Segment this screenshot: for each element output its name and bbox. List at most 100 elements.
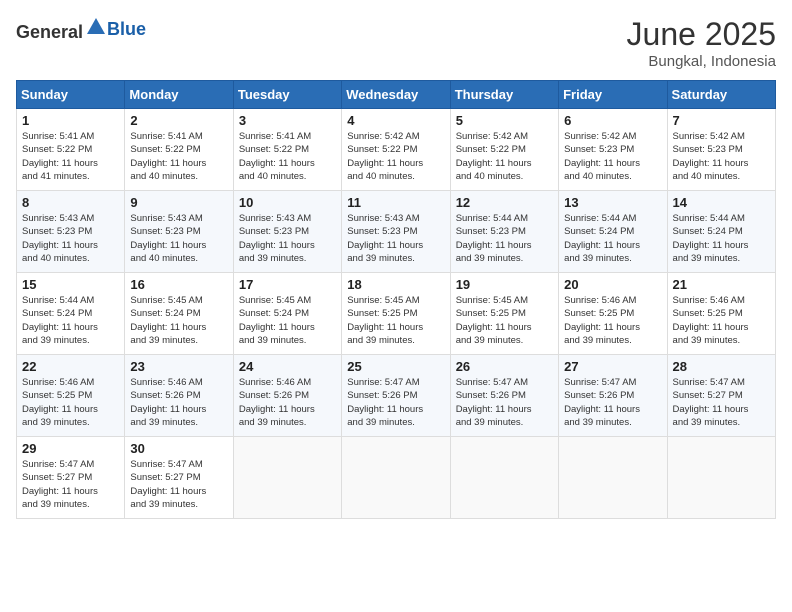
calendar-cell: 10Sunrise: 5:43 AM Sunset: 5:23 PM Dayli… <box>233 191 341 273</box>
header-thursday: Thursday <box>450 81 558 109</box>
day-number: 26 <box>456 359 553 374</box>
day-info: Sunrise: 5:45 AM Sunset: 5:24 PM Dayligh… <box>130 294 227 347</box>
day-info: Sunrise: 5:47 AM Sunset: 5:26 PM Dayligh… <box>347 376 444 429</box>
calendar-subtitle: Bungkal, Indonesia <box>627 53 776 70</box>
day-info: Sunrise: 5:47 AM Sunset: 5:27 PM Dayligh… <box>673 376 770 429</box>
calendar-cell: 4 Sunrise: 5:42 AM Sunset: 5:22 PM Daylig… <box>342 109 450 191</box>
day-info: Sunrise: 5:42 AM Sunset: 5:22 PM Dayligh… <box>347 130 444 183</box>
header-friday: Friday <box>559 81 667 109</box>
logo: General Blue <box>16 16 146 43</box>
day-info: Sunrise: 5:47 AM Sunset: 5:26 PM Dayligh… <box>456 376 553 429</box>
calendar-cell: 29 Sunrise: 5:47 AM Sunset: 5:27 PM Dayli… <box>17 437 125 519</box>
day-number: 2 <box>130 113 227 128</box>
day-number: 12 <box>456 195 553 210</box>
calendar-cell: 26 Sunrise: 5:47 AM Sunset: 5:26 PM Dayli… <box>450 355 558 437</box>
day-info: Sunrise: 5:45 AM Sunset: 5:25 PM Dayligh… <box>456 294 553 347</box>
calendar-cell: 20 Sunrise: 5:46 AM Sunset: 5:25 PM Dayli… <box>559 273 667 355</box>
day-info: Sunrise: 5:43 AM Sunset: 5:23 PM Dayligh… <box>347 212 444 265</box>
calendar-cell <box>342 437 450 519</box>
day-number: 23 <box>130 359 227 374</box>
day-info: Sunrise: 5:47 AM Sunset: 5:27 PM Dayligh… <box>22 458 119 511</box>
calendar-cell: 30 Sunrise: 5:47 AM Sunset: 5:27 PM Dayli… <box>125 437 233 519</box>
logo-icon <box>85 16 107 38</box>
day-number: 19 <box>456 277 553 292</box>
calendar-week-0: 1Sunrise: 5:41 AM Sunset: 5:22 PM Daylig… <box>17 109 776 191</box>
day-number: 29 <box>22 441 119 456</box>
calendar-cell <box>559 437 667 519</box>
calendar-cell: 5 Sunrise: 5:42 AM Sunset: 5:22 PM Daylig… <box>450 109 558 191</box>
calendar-week-1: 8Sunrise: 5:43 AM Sunset: 5:23 PM Daylig… <box>17 191 776 273</box>
day-number: 5 <box>456 113 553 128</box>
calendar-cell: 12Sunrise: 5:44 AM Sunset: 5:23 PM Dayli… <box>450 191 558 273</box>
day-number: 30 <box>130 441 227 456</box>
calendar-cell: 8Sunrise: 5:43 AM Sunset: 5:23 PM Daylig… <box>17 191 125 273</box>
day-info: Sunrise: 5:42 AM Sunset: 5:22 PM Dayligh… <box>456 130 553 183</box>
day-number: 11 <box>347 195 444 210</box>
day-number: 7 <box>673 113 770 128</box>
calendar-cell: 17 Sunrise: 5:45 AM Sunset: 5:24 PM Dayli… <box>233 273 341 355</box>
day-info: Sunrise: 5:42 AM Sunset: 5:23 PM Dayligh… <box>564 130 661 183</box>
day-number: 27 <box>564 359 661 374</box>
calendar-week-3: 22 Sunrise: 5:46 AM Sunset: 5:25 PM Dayli… <box>17 355 776 437</box>
calendar-cell: 23 Sunrise: 5:46 AM Sunset: 5:26 PM Dayli… <box>125 355 233 437</box>
day-number: 15 <box>22 277 119 292</box>
day-info: Sunrise: 5:44 AM Sunset: 5:24 PM Dayligh… <box>564 212 661 265</box>
day-number: 4 <box>347 113 444 128</box>
calendar-cell: 27 Sunrise: 5:47 AM Sunset: 5:26 PM Dayli… <box>559 355 667 437</box>
day-info: Sunrise: 5:46 AM Sunset: 5:26 PM Dayligh… <box>239 376 336 429</box>
day-number: 14 <box>673 195 770 210</box>
calendar-title: June 2025 <box>627 16 776 53</box>
calendar-cell: 25Sunrise: 5:47 AM Sunset: 5:26 PM Dayli… <box>342 355 450 437</box>
day-number: 20 <box>564 277 661 292</box>
day-info: Sunrise: 5:47 AM Sunset: 5:26 PM Dayligh… <box>564 376 661 429</box>
calendar-cell: 9 Sunrise: 5:43 AM Sunset: 5:23 PM Daylig… <box>125 191 233 273</box>
day-info: Sunrise: 5:44 AM Sunset: 5:24 PM Dayligh… <box>22 294 119 347</box>
calendar-cell: 22 Sunrise: 5:46 AM Sunset: 5:25 PM Dayli… <box>17 355 125 437</box>
day-info: Sunrise: 5:44 AM Sunset: 5:24 PM Dayligh… <box>673 212 770 265</box>
day-number: 13 <box>564 195 661 210</box>
day-info: Sunrise: 5:46 AM Sunset: 5:25 PM Dayligh… <box>22 376 119 429</box>
day-info: Sunrise: 5:41 AM Sunset: 5:22 PM Dayligh… <box>22 130 119 183</box>
calendar-cell: 3 Sunrise: 5:41 AM Sunset: 5:22 PM Daylig… <box>233 109 341 191</box>
calendar-cell: 14 Sunrise: 5:44 AM Sunset: 5:24 PM Dayli… <box>667 191 775 273</box>
header-monday: Monday <box>125 81 233 109</box>
calendar-cell: 11 Sunrise: 5:43 AM Sunset: 5:23 PM Dayli… <box>342 191 450 273</box>
day-number: 3 <box>239 113 336 128</box>
calendar-cell <box>667 437 775 519</box>
day-number: 9 <box>130 195 227 210</box>
header: General Blue June 2025 Bungkal, Indonesi… <box>16 16 776 70</box>
day-number: 28 <box>673 359 770 374</box>
calendar-cell: 1Sunrise: 5:41 AM Sunset: 5:22 PM Daylig… <box>17 109 125 191</box>
day-number: 17 <box>239 277 336 292</box>
day-info: Sunrise: 5:41 AM Sunset: 5:22 PM Dayligh… <box>239 130 336 183</box>
calendar-cell: 6Sunrise: 5:42 AM Sunset: 5:23 PM Daylig… <box>559 109 667 191</box>
calendar-cell: 15 Sunrise: 5:44 AM Sunset: 5:24 PM Dayli… <box>17 273 125 355</box>
day-info: Sunrise: 5:43 AM Sunset: 5:23 PM Dayligh… <box>239 212 336 265</box>
day-info: Sunrise: 5:47 AM Sunset: 5:27 PM Dayligh… <box>130 458 227 511</box>
logo-blue: Blue <box>107 19 146 39</box>
header-sunday: Sunday <box>17 81 125 109</box>
day-info: Sunrise: 5:46 AM Sunset: 5:25 PM Dayligh… <box>673 294 770 347</box>
title-block: June 2025 Bungkal, Indonesia <box>627 16 776 70</box>
calendar-cell: 13 Sunrise: 5:44 AM Sunset: 5:24 PM Dayli… <box>559 191 667 273</box>
calendar-table: SundayMondayTuesdayWednesdayThursdayFrid… <box>16 80 776 519</box>
day-info: Sunrise: 5:46 AM Sunset: 5:25 PM Dayligh… <box>564 294 661 347</box>
header-saturday: Saturday <box>667 81 775 109</box>
calendar-cell: 18 Sunrise: 5:45 AM Sunset: 5:25 PM Dayli… <box>342 273 450 355</box>
calendar-cell: 21 Sunrise: 5:46 AM Sunset: 5:25 PM Dayli… <box>667 273 775 355</box>
day-info: Sunrise: 5:45 AM Sunset: 5:24 PM Dayligh… <box>239 294 336 347</box>
day-number: 18 <box>347 277 444 292</box>
day-info: Sunrise: 5:45 AM Sunset: 5:25 PM Dayligh… <box>347 294 444 347</box>
logo-general: General <box>16 22 83 42</box>
calendar-cell: 7Sunrise: 5:42 AM Sunset: 5:23 PM Daylig… <box>667 109 775 191</box>
day-info: Sunrise: 5:46 AM Sunset: 5:26 PM Dayligh… <box>130 376 227 429</box>
calendar-cell: 16Sunrise: 5:45 AM Sunset: 5:24 PM Dayli… <box>125 273 233 355</box>
calendar-cell <box>233 437 341 519</box>
calendar-cell: 28 Sunrise: 5:47 AM Sunset: 5:27 PM Dayli… <box>667 355 775 437</box>
day-number: 21 <box>673 277 770 292</box>
header-wednesday: Wednesday <box>342 81 450 109</box>
day-number: 22 <box>22 359 119 374</box>
day-number: 24 <box>239 359 336 374</box>
header-tuesday: Tuesday <box>233 81 341 109</box>
day-info: Sunrise: 5:43 AM Sunset: 5:23 PM Dayligh… <box>130 212 227 265</box>
